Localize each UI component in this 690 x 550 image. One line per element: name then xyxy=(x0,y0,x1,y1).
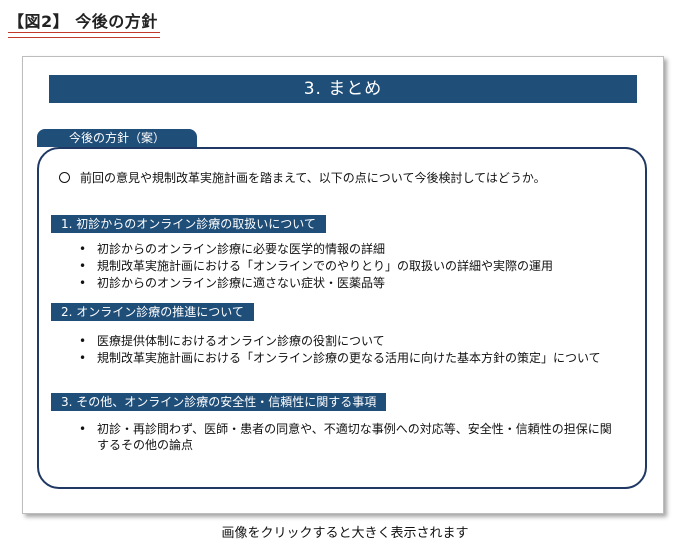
list-item: 医療提供体制におけるオンライン診療の役割について xyxy=(79,333,619,349)
section-2-list: 医療提供体制におけるオンライン診療の役割について 規制改革実施計画における「オン… xyxy=(79,333,619,367)
figure-title: 【図2】 今後の方針 xyxy=(8,12,158,31)
section-1-list: 初診からのオンライン診療に必要な医学的情報の詳細 規制改革実施計画における「オン… xyxy=(79,241,619,292)
list-item: 規制改革実施計画における「オンライン診療の更なる活用に向けた基本方針の策定」につ… xyxy=(79,350,619,366)
section-heading-1: 1. 初診からのオンライン診療の取扱いについて xyxy=(51,215,326,233)
intro-line: 前回の意見や規制改革実施計画を踏まえて、以下の点について今後検討してはどうか。 xyxy=(59,169,629,186)
list-item: 初診からのオンライン診療に適さない症状・医薬品等 xyxy=(79,275,619,291)
slide-image[interactable]: 3. まとめ 今後の方針（案） 前回の意見や規制改革実施計画を踏まえて、以下の点… xyxy=(22,56,664,514)
intro-text: 前回の意見や規制改革実施計画を踏まえて、以下の点について今後検討してはどうか。 xyxy=(80,171,546,185)
circle-bullet-icon xyxy=(59,172,70,183)
section-heading-3: 3. その他、オンライン診療の安全性・信頼性に関する事項 xyxy=(51,393,387,411)
section-3-list: 初診・再診問わず、医師・患者の同意や、不適切な事例への対応等、安全性・信頼性の担… xyxy=(79,421,619,454)
policy-panel: 前回の意見や規制改革実施計画を踏まえて、以下の点について今後検討してはどうか。 … xyxy=(37,147,647,489)
list-item: 初診・再診問わず、医師・患者の同意や、不適切な事例への対応等、安全性・信頼性の担… xyxy=(79,421,619,453)
list-item: 規制改革実施計画における「オンラインでのやりとり」の取扱いの詳細や実際の運用 xyxy=(79,258,619,274)
panel-tab-label: 今後の方針（案） xyxy=(37,129,197,147)
list-item: 初診からのオンライン診療に必要な医学的情報の詳細 xyxy=(79,241,619,257)
figure-title-underline xyxy=(8,32,160,38)
click-to-enlarge-caption: 画像をクリックすると大きく表示されます xyxy=(221,526,469,541)
section-heading-2: 2. オンライン診療の推進について xyxy=(51,303,254,321)
slide-banner: 3. まとめ xyxy=(49,75,637,103)
